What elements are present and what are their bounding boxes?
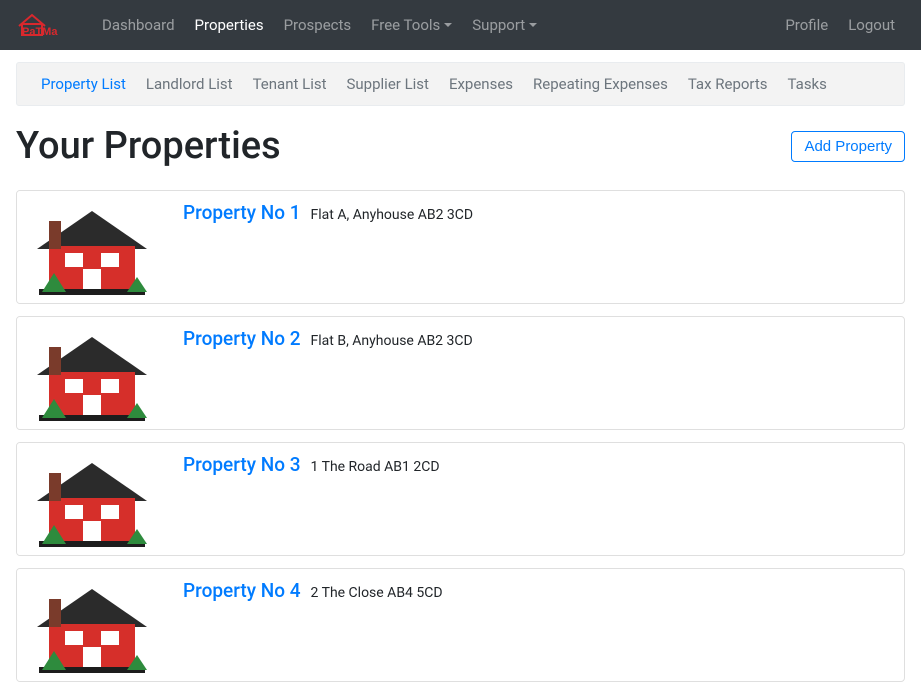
property-card: Property No 2 Flat B, Anyhouse AB2 3CD: [16, 316, 905, 430]
nav-free-tools[interactable]: Free Tools: [361, 0, 462, 50]
sub-navbar: Property List Landlord List Tenant List …: [16, 62, 905, 106]
property-address: Flat B, Anyhouse AB2 3CD: [311, 333, 473, 349]
add-property-button[interactable]: Add Property: [791, 131, 905, 162]
property-card-body: Property No 4 2 The Close AB4 5CD: [167, 569, 904, 681]
property-thumbnail[interactable]: [17, 191, 167, 303]
nav-left: Dashboard Properties Prospects Free Tool…: [92, 0, 775, 50]
property-address: Flat A, Anyhouse AB2 3CD: [311, 207, 474, 223]
svg-text:PaTMa: PaTMa: [22, 26, 58, 38]
subnav-supplier-list[interactable]: Supplier List: [339, 63, 437, 105]
property-card: Property No 1 Flat A, Anyhouse AB2 3CD: [16, 190, 905, 304]
property-thumbnail[interactable]: [17, 443, 167, 555]
subnav-tax-reports[interactable]: Tax Reports: [680, 63, 776, 105]
subnav-expenses[interactable]: Expenses: [441, 63, 521, 105]
property-name-link[interactable]: Property No 2: [183, 327, 301, 350]
nav-right: Profile Logout: [775, 0, 905, 50]
property-card: Property No 3 1 The Road AB1 2CD: [16, 442, 905, 556]
property-thumbnail[interactable]: [17, 569, 167, 681]
nav-free-tools-label: Free Tools: [371, 0, 440, 50]
property-address: 2 The Close AB4 5CD: [311, 585, 443, 601]
top-navbar: PaTMa Dashboard Properties Prospects Fre…: [0, 0, 921, 50]
nav-logout[interactable]: Logout: [838, 0, 905, 50]
subnav-tenant-list[interactable]: Tenant List: [245, 63, 335, 105]
nav-prospects[interactable]: Prospects: [274, 0, 362, 50]
property-thumbnail[interactable]: [17, 317, 167, 429]
subnav-tasks[interactable]: Tasks: [780, 63, 835, 105]
nav-profile[interactable]: Profile: [775, 0, 838, 50]
page-header: Your Properties Add Property: [16, 124, 905, 168]
property-name-link[interactable]: Property No 1: [183, 201, 301, 224]
nav-dashboard[interactable]: Dashboard: [92, 0, 185, 50]
subnav-repeating-expenses[interactable]: Repeating Expenses: [525, 63, 676, 105]
nav-support[interactable]: Support: [462, 0, 547, 50]
property-address: 1 The Road AB1 2CD: [311, 459, 440, 475]
property-card-body: Property No 3 1 The Road AB1 2CD: [167, 443, 904, 555]
nav-support-label: Support: [472, 0, 525, 50]
property-name-link[interactable]: Property No 3: [183, 453, 301, 476]
property-card-body: Property No 2 Flat B, Anyhouse AB2 3CD: [167, 317, 904, 429]
chevron-down-icon: [529, 23, 537, 27]
chevron-down-icon: [444, 23, 452, 27]
property-card-body: Property No 1 Flat A, Anyhouse AB2 3CD: [167, 191, 904, 303]
property-name-link[interactable]: Property No 4: [183, 579, 301, 602]
subnav-property-list[interactable]: Property List: [33, 63, 134, 105]
nav-properties[interactable]: Properties: [185, 0, 274, 50]
brand-logo[interactable]: PaTMa: [16, 10, 72, 40]
subnav-landlord-list[interactable]: Landlord List: [138, 63, 241, 105]
property-card: Property No 4 2 The Close AB4 5CD: [16, 568, 905, 682]
page-title: Your Properties: [16, 124, 281, 168]
house-logo-icon: PaTMa: [16, 10, 72, 40]
